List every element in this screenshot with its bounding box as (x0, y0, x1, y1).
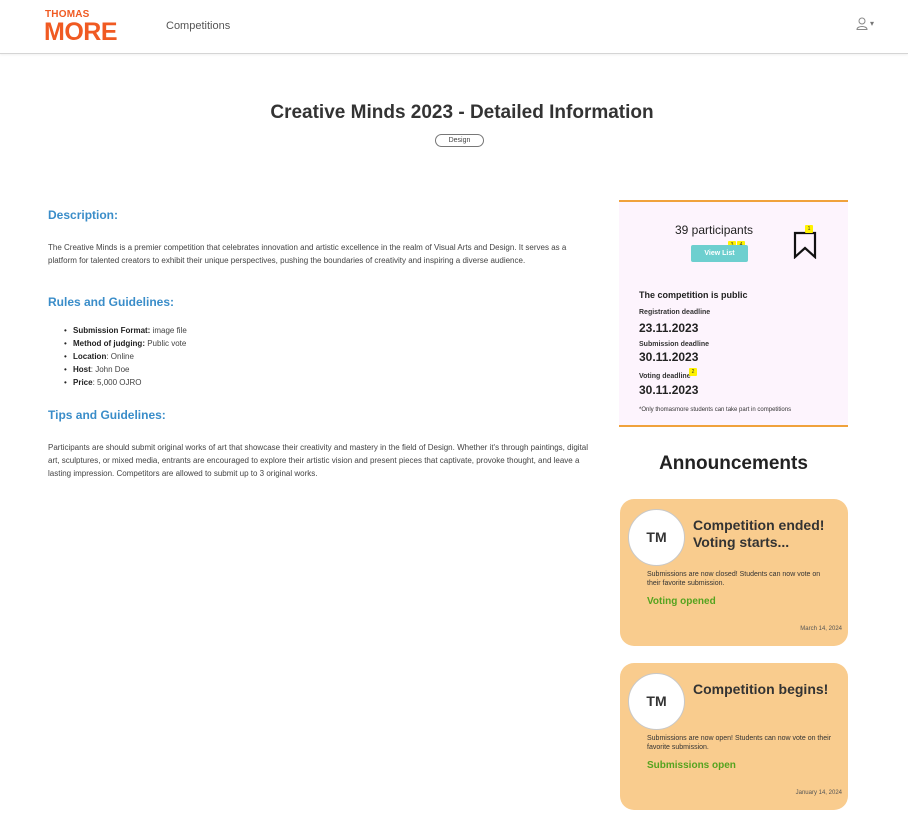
view-list-button[interactable]: View List (691, 245, 748, 262)
rule-item-price: Price: 5,000 OJRO (64, 376, 187, 389)
tips-text: Participants are should submit original … (48, 443, 589, 478)
announcement-text: Submissions are now closed! Students can… (647, 571, 821, 587)
announcement-status: Submissions open (647, 760, 736, 771)
user-icon (856, 17, 868, 30)
avatar: TM (628, 509, 685, 566)
announcement-status: Voting opened (647, 596, 716, 607)
nav-competitions-link[interactable]: Competitions (166, 20, 230, 32)
announcement-card: TM Competition ended! Voting starts... S… (620, 499, 848, 646)
rule-value: : 5,000 OJRO (92, 378, 142, 387)
registration-deadline-date: 23.11.2023 (639, 321, 699, 335)
rule-value: : John Doe (90, 365, 130, 374)
announcement-card: TM Competition begins! Submissions are n… (620, 663, 848, 810)
rule-item-judging: Method of judging: Public vote (64, 337, 187, 350)
tips-heading: Tips and Guidelines: (48, 408, 166, 422)
rule-value: image file (150, 326, 187, 335)
voting-deadline-date: 30.11.2023 (639, 383, 699, 397)
description-text: The Creative Minds is a premier competit… (48, 243, 567, 265)
participants-count: 39 participants (675, 223, 754, 237)
description-heading: Description: (48, 208, 119, 222)
logo-main-text: MORE (44, 18, 118, 46)
thomas-more-logo[interactable]: THOMAS MORE (44, 10, 134, 46)
rule-item-format: Submission Format: image file (64, 324, 187, 337)
rule-label: Submission Format: (73, 326, 151, 335)
submission-deadline-date: 30.11.2023 (639, 350, 699, 364)
annotation-badge: 2 (689, 368, 697, 376)
rule-label: Price (73, 378, 93, 387)
announcement-heading: Competition ended! Voting starts... (693, 517, 825, 550)
submission-deadline-label: Submission deadline (639, 341, 710, 348)
rule-item-location: Location: Online (64, 350, 187, 363)
bookmark-icon[interactable] (793, 231, 817, 259)
eligibility-note: *Only thomasmore students can take part … (639, 407, 792, 413)
rules-heading: Rules and Guidelines: (48, 295, 175, 309)
competition-info-card: 39 participants 3 4 View List 1 The comp… (619, 200, 848, 427)
rule-value: : Online (106, 352, 134, 361)
rule-label: Host (73, 365, 91, 374)
chevron-down-icon: ▾ (870, 18, 875, 28)
registration-deadline-label: Registration deadline (639, 309, 711, 316)
avatar: TM (628, 673, 685, 730)
announcement-text: Submissions are now open! Students can n… (647, 735, 832, 751)
public-status-text: The competition is public (639, 290, 748, 300)
top-navbar: THOMAS MORE Competitions ▾ (0, 0, 908, 54)
announcement-heading: Competition begins! (693, 681, 829, 697)
rule-value: Public vote (144, 339, 187, 348)
voting-deadline-label: Voting deadline (639, 373, 691, 380)
rule-item-host: Host: John Doe (64, 363, 187, 376)
user-menu-dropdown[interactable]: ▾ (856, 15, 880, 31)
announcements-heading: Announcements (659, 453, 808, 474)
announcement-date: January 14, 2024 (795, 790, 842, 796)
annotation-badge: 1 (805, 225, 813, 233)
category-tag: Design (435, 134, 484, 147)
announcement-date: March 14, 2024 (800, 626, 842, 632)
rules-list: Submission Format: image file Method of … (64, 324, 187, 389)
page-title: Creative Minds 2023 - Detailed Informati… (270, 102, 654, 123)
rule-label: Method of judging: (73, 339, 145, 348)
rule-label: Location (73, 352, 107, 361)
